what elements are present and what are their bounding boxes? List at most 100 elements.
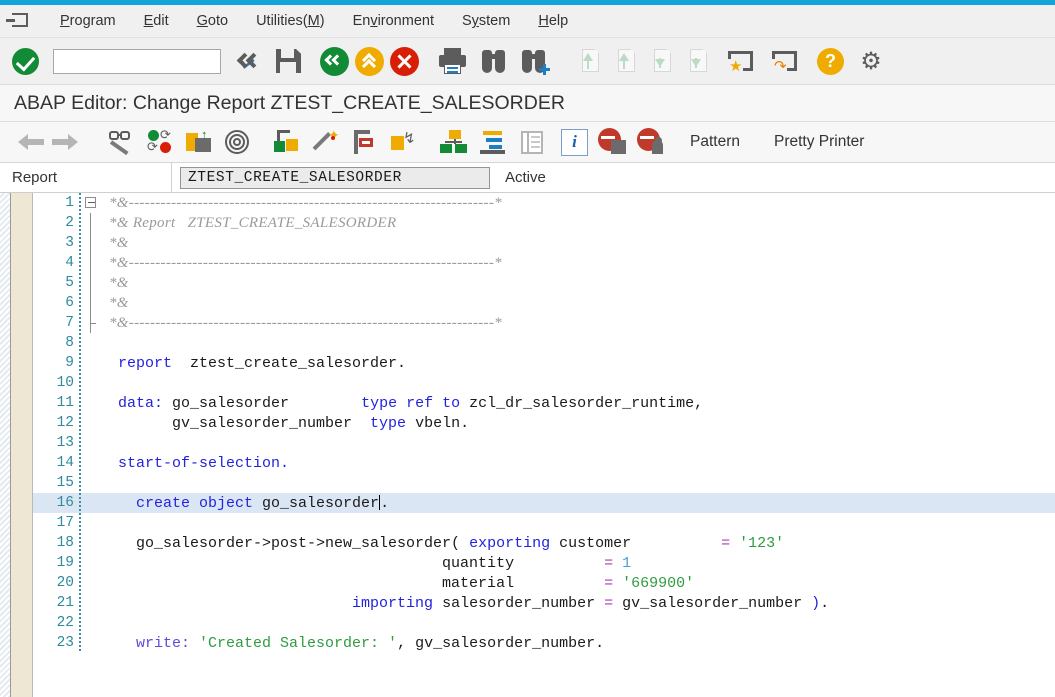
breakpoint-gutter[interactable] (11, 193, 33, 697)
code-text[interactable]: importing salesorder_number = gv_salesor… (103, 595, 829, 612)
where-used-list-icon[interactable] (223, 127, 256, 157)
report-name-field[interactable]: ZTEST_CREATE_SALESORDER (180, 167, 490, 189)
code-text[interactable]: *& (103, 235, 129, 252)
fold-column[interactable] (81, 613, 103, 633)
pattern-insert-icon[interactable] (272, 127, 305, 157)
fold-collapse-icon[interactable] (85, 197, 96, 208)
code-line[interactable]: 20 material = '669900' (33, 573, 1055, 593)
cancel-icon[interactable] (390, 47, 419, 76)
menu-item-goto[interactable]: Goto (183, 10, 242, 32)
code-lines[interactable]: 1*&-------------------------------------… (33, 193, 1055, 697)
code-line[interactable]: 19 quantity = 1 (33, 553, 1055, 573)
code-text[interactable]: data: go_salesorder type ref to zcl_dr_s… (103, 395, 703, 412)
code-line[interactable]: 11 data: go_salesorder type ref to zcl_d… (33, 393, 1055, 413)
fold-column[interactable] (81, 573, 103, 593)
code-line[interactable]: 16 create object go_salesorder. (33, 493, 1055, 513)
green-check-icon[interactable] (12, 48, 39, 75)
back-all-icon[interactable] (237, 47, 267, 75)
fold-column[interactable] (81, 513, 103, 533)
code-text[interactable]: gv_salesorder_number type vbeln. (103, 415, 469, 432)
code-text[interactable]: write: 'Created Salesorder: ', gv_saleso… (103, 635, 604, 652)
fold-column[interactable] (81, 553, 103, 573)
code-text[interactable]: start-of-selection. (103, 455, 289, 472)
fold-column[interactable] (81, 393, 103, 413)
code-line[interactable]: 21 importing salesorder_number = gv_sale… (33, 593, 1055, 613)
pretty-printer-button[interactable]: Pretty Printer (764, 129, 874, 155)
menu-item-utilities-m[interactable]: Utilities(M) (242, 10, 339, 32)
back-icon[interactable] (320, 47, 349, 76)
fold-column[interactable] (81, 373, 103, 393)
code-line[interactable]: 14 start-of-selection. (33, 453, 1055, 473)
fold-column[interactable] (81, 273, 103, 293)
code-line[interactable]: 3*& (33, 233, 1055, 253)
code-line[interactable]: 8 (33, 333, 1055, 353)
code-line[interactable]: 18 go_salesorder->post->new_salesorder( … (33, 533, 1055, 553)
menu-item-program[interactable]: Program (46, 10, 130, 32)
code-text[interactable]: *& (103, 295, 129, 312)
code-editor[interactable]: 1*&-------------------------------------… (0, 193, 1055, 697)
fold-column[interactable] (81, 473, 103, 493)
code-text[interactable]: *& Report ZTEST_CREATE_SALESORDER (103, 215, 396, 232)
debugger-icon[interactable] (598, 128, 627, 157)
code-line[interactable]: 13 (33, 433, 1055, 453)
menu-item-help[interactable]: Help (524, 10, 582, 32)
fold-column[interactable] (81, 293, 103, 313)
forward-arrow-icon[interactable] (48, 129, 80, 155)
fold-column[interactable] (81, 533, 103, 553)
code-line[interactable]: 22 (33, 613, 1055, 633)
code-line[interactable]: 1*&-------------------------------------… (33, 193, 1055, 213)
pretty-printer-wand-icon[interactable]: ✦ (311, 127, 344, 157)
code-text[interactable]: *&--------------------------------------… (103, 255, 502, 272)
menu-item-system[interactable]: System (448, 10, 524, 32)
create-shortcut-icon[interactable]: ★ (725, 46, 757, 76)
code-text[interactable]: go_salesorder->post->new_salesorder( exp… (103, 535, 784, 552)
editor-splitter[interactable] (0, 193, 11, 697)
debugger-user-icon[interactable] (637, 128, 666, 157)
code-line[interactable]: 10 (33, 373, 1055, 393)
code-line[interactable]: 5*& (33, 273, 1055, 293)
fold-column[interactable] (81, 193, 103, 213)
display-change-icon[interactable] (106, 127, 139, 157)
customize-local-layout-icon[interactable]: ↷ (769, 46, 801, 76)
code-text[interactable]: create object go_salesorder. (103, 495, 389, 512)
fold-column[interactable] (81, 233, 103, 253)
command-field[interactable] (53, 49, 221, 74)
back-arrow-icon[interactable] (16, 129, 48, 155)
command-input[interactable] (54, 51, 238, 72)
code-line[interactable]: 9 report ztest_create_salesorder. (33, 353, 1055, 373)
outline-icon[interactable] (477, 127, 510, 157)
cut-icon[interactable] (350, 127, 383, 157)
fold-column[interactable] (81, 413, 103, 433)
split-screen-icon[interactable]: ↯ (389, 127, 422, 157)
code-line[interactable]: 4*&-------------------------------------… (33, 253, 1055, 273)
fold-column[interactable] (81, 353, 103, 373)
fold-column[interactable] (81, 433, 103, 453)
code-line[interactable]: 23 write: 'Created Salesorder: ', gv_sal… (33, 633, 1055, 653)
fold-column[interactable] (81, 593, 103, 613)
exit-icon[interactable] (355, 47, 384, 76)
check-syntax-icon[interactable]: ⟳⟳ (145, 127, 178, 157)
find-next-icon[interactable] (519, 46, 549, 76)
sap-menu-icon[interactable] (10, 11, 32, 31)
menu-item-environment[interactable]: Environment (339, 10, 448, 32)
code-line[interactable]: 12 gv_salesorder_number type vbeln. (33, 413, 1055, 433)
fold-column[interactable] (81, 453, 103, 473)
settings-icon[interactable]: ⚙ (856, 46, 886, 76)
fold-column[interactable] (81, 493, 103, 513)
code-text[interactable]: *& (103, 275, 129, 292)
object-navigator-icon[interactable] (438, 127, 471, 157)
code-line[interactable]: 15 (33, 473, 1055, 493)
save-icon[interactable] (273, 46, 304, 76)
code-text[interactable]: quantity = 1 (103, 555, 631, 572)
fold-column[interactable] (81, 333, 103, 353)
info-button[interactable]: i (561, 129, 588, 156)
code-line[interactable]: 17 (33, 513, 1055, 533)
fold-column[interactable] (81, 633, 103, 653)
code-line[interactable]: 7*&-------------------------------------… (33, 313, 1055, 333)
activate-icon[interactable]: ↑ (184, 127, 217, 157)
code-line[interactable]: 6*& (33, 293, 1055, 313)
pattern-button[interactable]: Pattern (680, 129, 750, 155)
menu-item-edit[interactable]: Edit (130, 10, 183, 32)
code-text[interactable]: report ztest_create_salesorder. (103, 355, 406, 372)
fold-column[interactable] (81, 253, 103, 273)
